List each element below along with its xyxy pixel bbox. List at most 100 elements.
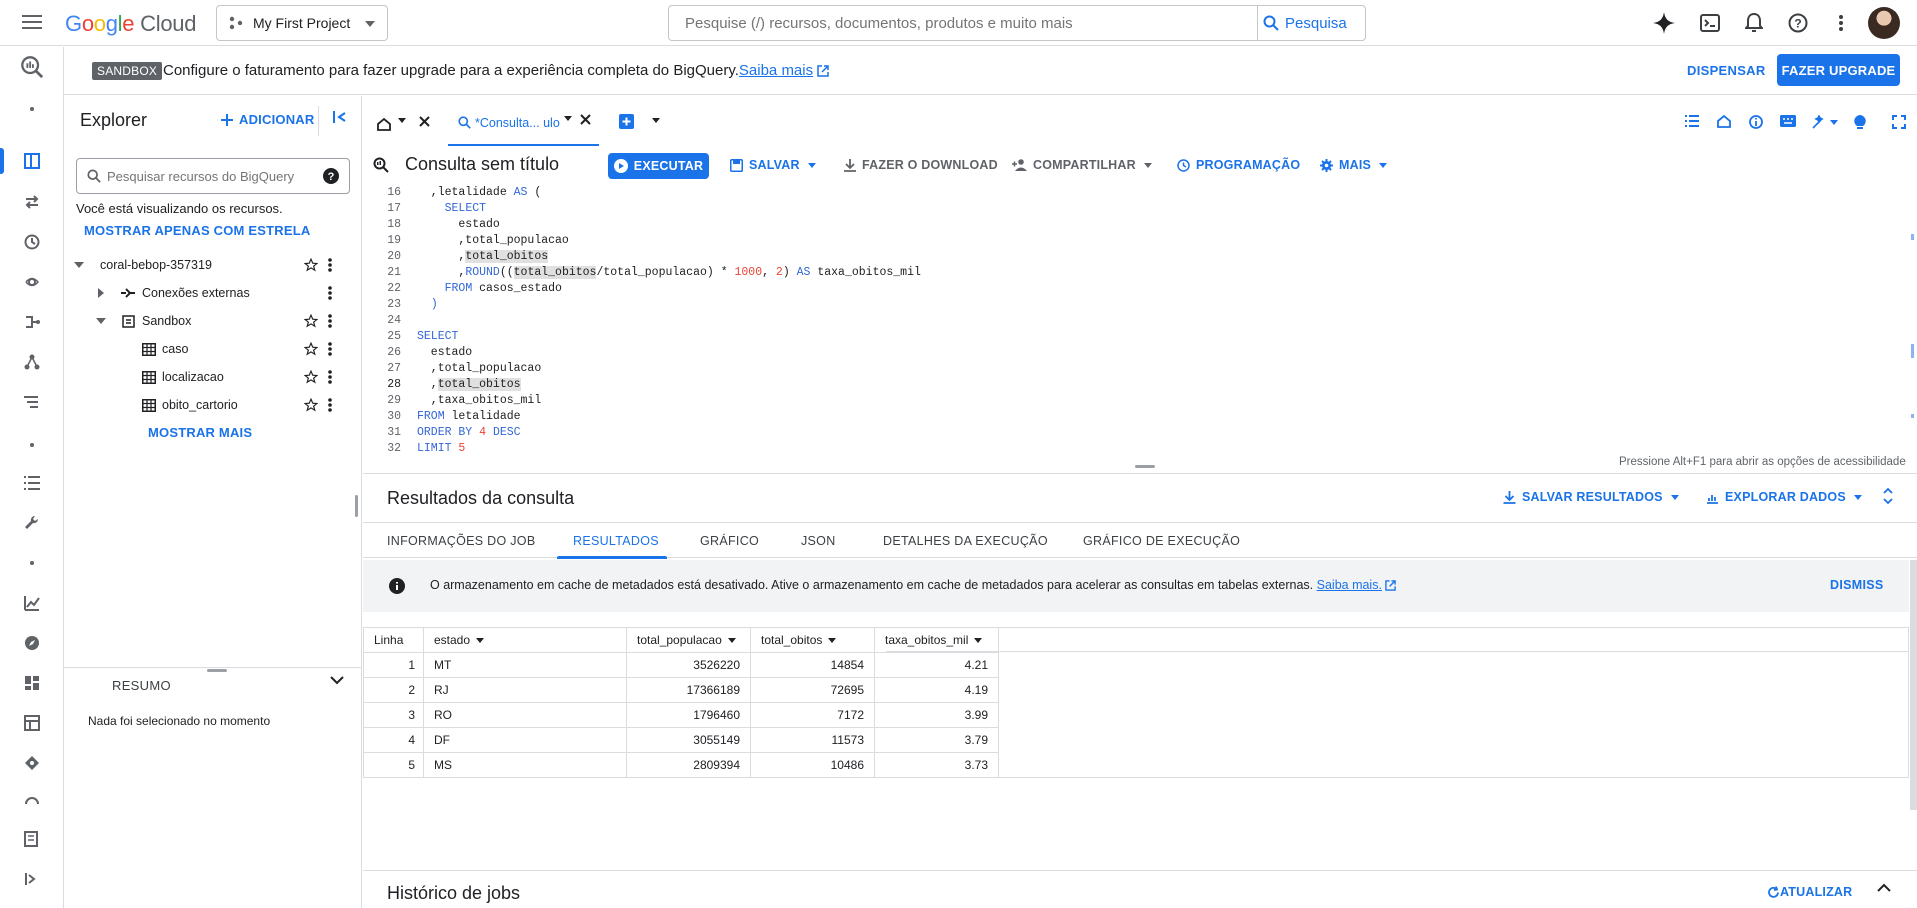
show-starred-only-link[interactable]: MOSTRAR APENAS COM ESTRELA <box>84 223 310 238</box>
tree-external-connections[interactable]: Conexões externas <box>64 280 362 306</box>
more-vert-icon[interactable] <box>328 258 332 272</box>
tab-json[interactable]: JSON <box>801 534 836 548</box>
dismiss-button[interactable]: DISPENSAR <box>1687 63 1766 78</box>
info-icon[interactable] <box>1749 115 1763 129</box>
caret-down-icon[interactable] <box>564 116 572 121</box>
resize-handle[interactable] <box>207 669 227 672</box>
home-icon[interactable] <box>377 118 391 131</box>
sort-caret-icon[interactable] <box>828 638 837 644</box>
tree-table-obito-cartorio[interactable]: obito_cartorio <box>64 392 362 418</box>
explore-data-button[interactable]: EXPLORAR DADOS <box>1706 490 1862 504</box>
more-vert-icon[interactable] <box>328 314 332 328</box>
list-icon[interactable] <box>20 390 44 414</box>
column-header[interactable]: estado <box>423 627 627 653</box>
dismiss-notice-button[interactable]: DISMISS <box>1830 578 1884 592</box>
release-notes-icon[interactable] <box>20 827 44 851</box>
sort-caret-icon[interactable] <box>727 638 736 644</box>
explore-icon[interactable] <box>20 631 44 655</box>
column-header[interactable]: total_populacao <box>626 627 751 653</box>
caret-down-icon[interactable] <box>74 262 84 268</box>
monitoring-icon[interactable] <box>20 591 44 615</box>
explorer-icon[interactable] <box>20 149 44 173</box>
help-icon[interactable]: ? <box>323 168 339 184</box>
share-button[interactable]: COMPARTILHAR <box>1012 158 1152 172</box>
close-icon[interactable] <box>580 114 591 125</box>
wrench-icon[interactable] <box>20 511 44 535</box>
list-view-icon[interactable] <box>1685 115 1699 127</box>
column-header[interactable]: Linha <box>363 627 424 653</box>
learn-more-link[interactable]: Saiba mais <box>739 62 813 79</box>
keyboard-icon[interactable] <box>1780 115 1796 127</box>
search-input[interactable] <box>669 6 1258 40</box>
sort-caret-icon[interactable] <box>476 638 485 644</box>
save-results-button[interactable]: SALVAR RESULTADOS <box>1503 490 1679 504</box>
results-scrollbar[interactable] <box>1910 560 1917 810</box>
lightbulb-icon[interactable] <box>1854 115 1866 130</box>
cloud-shell-icon[interactable] <box>1698 11 1722 35</box>
expand-icon[interactable] <box>1883 488 1893 504</box>
pipelines-icon[interactable] <box>20 350 44 374</box>
partial-icon[interactable] <box>20 788 44 812</box>
project-selector[interactable]: My First Project <box>216 5 388 41</box>
table-row[interactable]: 4 DF 3055149 11573 3.79 <box>363 727 999 753</box>
more-button[interactable]: MAIS <box>1320 158 1388 172</box>
more-vert-icon[interactable] <box>328 286 332 300</box>
schedule-button[interactable]: PROGRAMAÇÃO <box>1177 158 1300 172</box>
table-row[interactable]: 2 RJ 17366189 72695 4.19 <box>363 677 999 703</box>
add-button[interactable]: ADICIONAR <box>221 112 314 127</box>
tree-table-caso[interactable]: caso <box>64 336 362 362</box>
dataflow-icon[interactable] <box>20 310 44 334</box>
upgrade-button[interactable]: FAZER UPGRADE <box>1777 54 1900 86</box>
expand-rail-icon[interactable] <box>20 867 44 891</box>
star-icon[interactable] <box>304 398 318 412</box>
caret-down-icon[interactable] <box>652 118 660 123</box>
table-row[interactable]: 1 MT 3526220 14854 4.21 <box>363 652 999 678</box>
star-icon[interactable] <box>304 314 318 328</box>
tab-execution-details[interactable]: DETALHES DA EXECUÇÃO <box>883 534 1048 548</box>
caret-right-icon[interactable] <box>98 288 104 298</box>
resize-handle[interactable] <box>1135 465 1155 468</box>
tab-execution-graph[interactable]: GRÁFICO DE EXECUÇÃO <box>1083 534 1240 548</box>
caret-down-icon[interactable] <box>398 118 406 123</box>
table-row[interactable]: 3 RO 1796460 7172 3.99 <box>363 702 999 728</box>
history-icon[interactable] <box>20 230 44 254</box>
table-row[interactable]: 5 MS 2809394 10486 3.73 <box>363 752 999 778</box>
star-icon[interactable] <box>304 342 318 356</box>
bigquery-logo-icon[interactable] <box>20 55 44 79</box>
transfers-icon[interactable] <box>20 190 44 214</box>
table-icon[interactable] <box>20 711 44 735</box>
column-header[interactable]: total_obitos <box>750 627 875 653</box>
sql-editor[interactable]: 16 ,letalidade AS ( 17 SELECT 18 estado … <box>363 184 1917 474</box>
chevron-down-icon[interactable] <box>330 676 344 685</box>
collapse-panel-icon[interactable] <box>333 110 347 124</box>
avatar[interactable] <box>1868 7 1900 39</box>
more-vert-icon[interactable] <box>328 398 332 412</box>
run-button[interactable]: EXECUTAR <box>608 153 709 179</box>
new-tab-icon[interactable] <box>619 114 634 129</box>
more-vert-icon[interactable] <box>328 370 332 384</box>
tab-job-info[interactable]: INFORMAÇÕES DO JOB <box>387 534 535 548</box>
tree-table-localizacao[interactable]: localizacao <box>64 364 362 390</box>
tree-project[interactable]: coral-bebop-357319 <box>64 252 362 278</box>
star-icon[interactable] <box>304 258 318 272</box>
search-button[interactable]: Pesquisa <box>1263 6 1347 40</box>
panel-resize-handle[interactable] <box>355 495 358 517</box>
fullscreen-icon[interactable] <box>1892 115 1906 129</box>
download-button[interactable]: FAZER O DOWNLOAD <box>844 158 998 172</box>
dot-icon[interactable] <box>20 433 44 457</box>
dashboard-icon[interactable] <box>20 671 44 695</box>
chevron-up-icon[interactable] <box>1877 883 1891 892</box>
explorer-search-input[interactable] <box>107 159 307 193</box>
dot-icon[interactable] <box>20 551 44 575</box>
tab-chart[interactable]: GRÁFICO <box>700 534 759 548</box>
notifications-icon[interactable] <box>1742 11 1766 35</box>
main-menu-icon[interactable] <box>22 13 42 31</box>
tab-results[interactable]: RESULTADOS <box>573 534 659 548</box>
dataform-icon[interactable] <box>20 751 44 775</box>
home-icon[interactable] <box>1717 115 1731 128</box>
show-more-link[interactable]: MOSTRAR MAIS <box>148 425 252 440</box>
close-icon[interactable] <box>419 116 430 127</box>
save-button[interactable]: SALVAR <box>730 158 816 172</box>
caret-down-icon[interactable] <box>96 318 106 324</box>
star-icon[interactable] <box>304 370 318 384</box>
